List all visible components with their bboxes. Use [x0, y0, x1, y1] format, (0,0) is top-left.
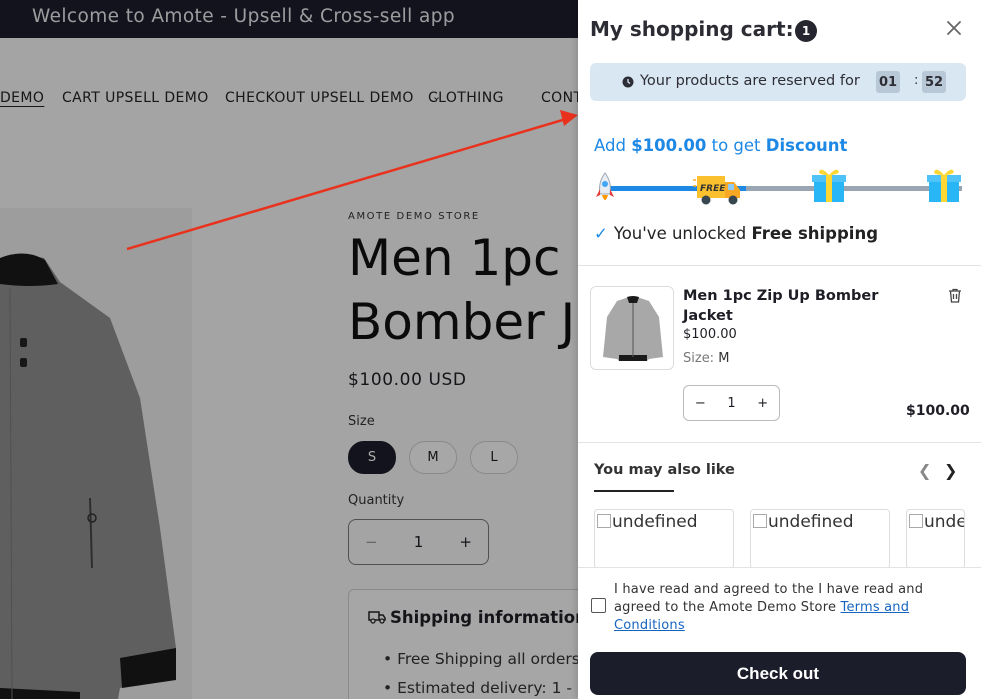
recommendation-image-alt: undefined	[924, 512, 965, 532]
terms-checkbox[interactable]	[591, 598, 606, 613]
check-icon: ✓	[594, 224, 608, 243]
reservation-timer: Your products are reserved for 01 : 52	[590, 63, 966, 101]
recommendation-card[interactable]: undefined	[750, 509, 890, 569]
cart-item-line-total: $100.00	[906, 403, 970, 419]
cart-count-badge: 1	[795, 20, 817, 42]
goal-reward: Discount	[765, 136, 848, 155]
cart-item-size-label: Size:	[683, 351, 715, 366]
broken-image-icon	[597, 514, 611, 528]
rocket-icon	[596, 172, 614, 200]
carousel-next-button[interactable]: ❯	[944, 461, 957, 480]
recommendation-image-alt: undefined	[768, 512, 854, 532]
gift-icon	[927, 169, 961, 202]
divider	[578, 442, 981, 443]
unlocked-prefix: You've unlocked	[613, 224, 747, 243]
recommendation-card[interactable]: undefined	[906, 509, 965, 569]
timer-seconds: 52	[922, 71, 946, 93]
recommendation-card[interactable]: undefined	[594, 509, 734, 569]
goal-mid: to get	[711, 136, 761, 155]
cart-item-price: $100.00	[683, 327, 737, 342]
cart-item-increase-button[interactable]: +	[757, 396, 768, 411]
timer-minutes: 01	[876, 71, 900, 93]
cart-item-variant: Size: M	[683, 351, 729, 366]
unlocked-reward: Free shipping	[751, 224, 879, 243]
divider	[578, 265, 981, 266]
checkout-button[interactable]: Check out	[590, 652, 966, 695]
clock-icon	[622, 76, 634, 88]
cart-item-image	[603, 296, 663, 361]
cart-drawer: My shopping cart: 1 Your products are re…	[578, 0, 981, 699]
cart-item-thumbnail[interactable]	[590, 286, 674, 370]
close-icon[interactable]	[944, 18, 964, 38]
broken-image-icon	[909, 514, 923, 528]
cart-footer: I have read and agreed to the I have rea…	[578, 567, 981, 699]
cart-item-decrease-button[interactable]: −	[695, 396, 706, 411]
gift-icon	[812, 169, 846, 202]
cart-item-quantity[interactable]: 1	[727, 396, 735, 411]
unlocked-message: ✓ You've unlocked Free shipping	[594, 224, 878, 243]
delivery-truck-icon: FREE	[693, 176, 740, 205]
carousel-prev-button[interactable]: ❮	[918, 461, 931, 480]
cart-item-quantity-stepper: − 1 +	[683, 385, 780, 421]
goal-amount: $100.00	[631, 136, 707, 155]
timer-separator: :	[914, 73, 919, 88]
goal-prefix: Add	[594, 136, 626, 155]
recommendation-image-alt: undefined	[612, 512, 698, 532]
trash-icon[interactable]	[948, 288, 962, 303]
cart-title: My shopping cart:	[590, 17, 794, 41]
cart-item-size-value: M	[718, 351, 730, 366]
goal-progress-track	[602, 186, 962, 191]
goal-message: Add $100.00 to get Discount	[594, 136, 847, 155]
recommendations-underline	[594, 490, 674, 492]
reservation-text: Your products are reserved for	[640, 73, 860, 89]
free-badge: FREE	[700, 184, 726, 194]
cart-item-name[interactable]: Men 1pc Zip Up Bomber Jacket	[683, 286, 883, 326]
broken-image-icon	[753, 514, 767, 528]
recommendations-title: You may also like	[594, 462, 735, 478]
terms-text: I have read and agreed to the I have rea…	[614, 581, 954, 635]
